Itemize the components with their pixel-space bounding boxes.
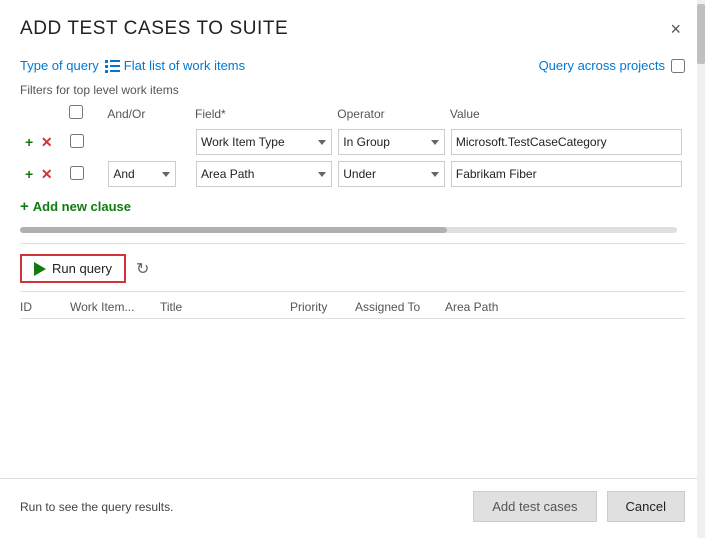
row2-operator-cell: Under In Group =: [335, 158, 448, 190]
results-col-id: ID: [20, 300, 70, 314]
results-col-areapath: Area Path: [445, 300, 545, 314]
col-header-andor: And/Or: [105, 103, 193, 126]
results-header-row: ID Work Item... Title Priority Assigned …: [20, 292, 685, 319]
flat-list-link[interactable]: Flat list of work items: [105, 58, 245, 73]
add-clause-plus-icon: +: [20, 198, 29, 215]
row2-value-cell: [448, 158, 685, 190]
row2-operator-select[interactable]: Under In Group =: [338, 161, 445, 187]
row2-checkbox-cell: [67, 158, 105, 190]
col-header-checkbox: [67, 103, 105, 126]
query-across-projects: Query across projects: [539, 58, 685, 73]
add-clause-label: Add new clause: [33, 199, 131, 214]
row1-andor-cell: [105, 126, 193, 158]
row1-operator-select[interactable]: In Group Under =: [338, 129, 445, 155]
filter-row-1: + ✕ Work Item Type Area Path Assigned To: [20, 126, 685, 158]
results-col-assigned: Assigned To: [355, 300, 445, 314]
type-of-query-label: Type of query: [20, 58, 99, 73]
add-clause-row[interactable]: + Add new clause: [20, 198, 685, 215]
row2-checkbox[interactable]: [70, 166, 84, 180]
row2-andor-cell: And Or: [105, 158, 193, 190]
col-header-icons: [20, 103, 67, 126]
dialog-footer: Run to see the query results. Add test c…: [0, 478, 705, 538]
play-icon: [34, 262, 46, 276]
vertical-scrollbar[interactable]: [697, 0, 705, 538]
v-scroll-thumb: [697, 4, 705, 64]
row1-remove-button[interactable]: ✕: [39, 134, 55, 150]
add-test-cases-button: Add test cases: [473, 491, 596, 522]
scrollbar-thumb: [20, 227, 447, 233]
results-empty-area: [20, 319, 685, 478]
row1-value-cell: [448, 126, 685, 158]
col-header-operator: Operator: [335, 103, 448, 126]
results-col-title: Title: [160, 300, 290, 314]
row2-andor-select[interactable]: And Or: [108, 161, 176, 187]
row1-checkbox[interactable]: [70, 134, 84, 148]
run-query-row: Run query ↻: [20, 244, 685, 291]
footer-buttons: Add test cases Cancel: [473, 491, 685, 522]
run-query-button[interactable]: Run query: [20, 254, 126, 283]
redo-button[interactable]: ↻: [136, 259, 149, 279]
close-button[interactable]: ×: [666, 18, 685, 40]
row2-field-cell: Area Path Work Item Type Assigned To: [193, 158, 335, 190]
row1-value-input[interactable]: [451, 129, 682, 155]
query-across-label: Query across projects: [539, 58, 665, 73]
row1-icons: + ✕: [20, 126, 67, 158]
dialog-body: Type of query Flat list of work items Qu…: [0, 50, 705, 478]
results-col-priority: Priority: [290, 300, 355, 314]
results-col-workitem: Work Item...: [70, 300, 160, 314]
row2-field-select[interactable]: Area Path Work Item Type Assigned To: [196, 161, 332, 187]
query-type-left: Type of query Flat list of work items: [20, 58, 245, 73]
row1-field-cell: Work Item Type Area Path Assigned To: [193, 126, 335, 158]
filter-row-2: + ✕ And Or Area Path: [20, 158, 685, 190]
footer-note: Run to see the query results.: [20, 500, 173, 514]
horizontal-scrollbar[interactable]: [20, 227, 677, 233]
row2-value-input[interactable]: [451, 161, 682, 187]
row1-operator-cell: In Group Under =: [335, 126, 448, 158]
list-icon: [105, 59, 121, 73]
row2-add-button[interactable]: +: [23, 166, 35, 182]
run-query-label: Run query: [52, 261, 112, 276]
header-checkbox[interactable]: [69, 105, 83, 119]
query-across-checkbox[interactable]: [671, 59, 685, 73]
filter-table: And/Or Field* Operator Value + ✕: [20, 103, 685, 190]
row1-field-select[interactable]: Work Item Type Area Path Assigned To: [196, 129, 332, 155]
add-test-cases-dialog: ADD TEST CASES TO SUITE × Type of query …: [0, 0, 705, 538]
cancel-button[interactable]: Cancel: [607, 491, 685, 522]
dialog-header: ADD TEST CASES TO SUITE ×: [0, 0, 705, 50]
filters-label: Filters for top level work items: [20, 83, 685, 97]
row1-add-button[interactable]: +: [23, 134, 35, 150]
col-header-value: Value: [448, 103, 685, 126]
row2-icons: + ✕: [20, 158, 67, 190]
col-header-field: Field*: [193, 103, 335, 126]
row1-checkbox-cell: [67, 126, 105, 158]
row2-remove-button[interactable]: ✕: [39, 166, 55, 182]
query-type-row: Type of query Flat list of work items Qu…: [20, 58, 685, 73]
flat-list-label: Flat list of work items: [124, 58, 245, 73]
dialog-title: ADD TEST CASES TO SUITE: [20, 18, 288, 40]
